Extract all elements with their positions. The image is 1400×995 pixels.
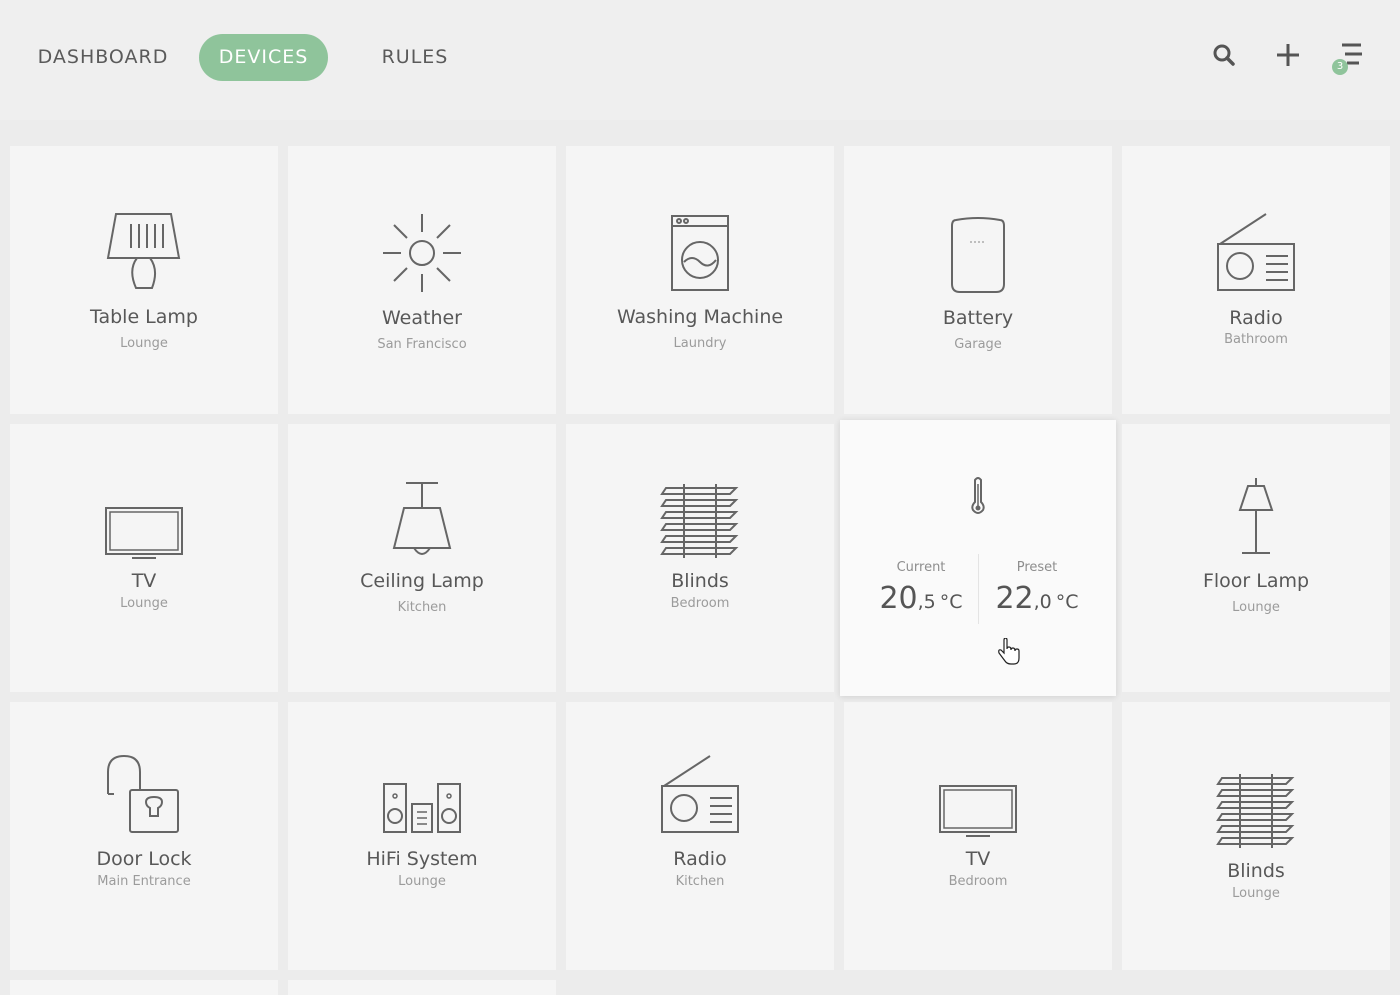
ceiling-lamp-icon (288, 480, 556, 562)
tab-rules[interactable]: RULES (366, 34, 464, 81)
device-name: TV (965, 848, 991, 870)
preset-temperature[interactable]: Preset 22,0 °C (968, 560, 1106, 616)
device-tile-tv-lounge[interactable]: TV Lounge (10, 424, 278, 692)
tv-icon (844, 784, 1112, 840)
notification-badge: 3 (1332, 59, 1348, 75)
device-tile-radio-bathroom[interactable]: Radio Bathroom (1122, 146, 1390, 414)
device-location: Lounge (398, 874, 446, 889)
preset-decimal: ,0 (1033, 591, 1052, 613)
device-location: Kitchen (675, 874, 725, 889)
device-tile-tv-bedroom[interactable]: TV Bedroom (844, 702, 1112, 970)
device-tile-weather[interactable]: Weather San Francisco (288, 146, 556, 414)
device-tile-radio-kitchen[interactable]: Radio Kitchen (566, 702, 834, 970)
tv-icon (10, 506, 278, 562)
device-tile-blinds-bedroom[interactable]: Blinds Bedroom (566, 424, 834, 692)
padlock-icon (10, 754, 278, 834)
device-location: Lounge (120, 596, 168, 611)
blinds-icon (566, 482, 834, 560)
preset-value: 22 (995, 581, 1034, 616)
device-tile-washing-machine[interactable]: Washing Machine Laundry (566, 146, 834, 414)
device-location: Lounge (1232, 886, 1280, 901)
device-name: Blinds (671, 570, 729, 592)
device-tile-partial[interactable] (288, 980, 556, 995)
floor-lamp-icon (1122, 476, 1390, 556)
sun-icon (288, 212, 556, 294)
preset-label: Preset (1016, 560, 1058, 575)
device-name: HiFi System (366, 848, 478, 870)
device-tile-floor-lamp[interactable]: Floor Lamp Lounge (1122, 424, 1390, 692)
device-name: TV (131, 570, 157, 592)
add-device-button[interactable] (1268, 36, 1308, 76)
device-location: San Francisco (377, 337, 467, 352)
preset-unit: °C (1055, 591, 1079, 613)
top-bar: DASHBOARD DEVICES RULES 3 (0, 0, 1400, 120)
device-tile-door-lock[interactable]: Door Lock Main Entrance (10, 702, 278, 970)
device-tile-battery[interactable]: Battery Garage (844, 146, 1112, 414)
device-location: Kitchen (397, 600, 447, 615)
device-tile-partial[interactable] (10, 980, 278, 995)
tab-dashboard[interactable]: DASHBOARD (22, 34, 184, 81)
plus-icon (1277, 44, 1299, 66)
device-name: Weather (382, 307, 462, 329)
table-lamp-icon (10, 210, 278, 292)
device-location: Lounge (1232, 600, 1280, 615)
blinds-icon (1122, 772, 1390, 850)
device-tile-hifi-system[interactable]: HiFi System Lounge (288, 702, 556, 970)
tab-devices[interactable]: DEVICES (199, 34, 328, 81)
thermometer-icon (840, 476, 1116, 516)
search-icon (1213, 44, 1235, 66)
device-location: Laundry (673, 336, 727, 351)
device-location: Garage (954, 337, 1002, 352)
device-tile-blinds-lounge[interactable]: Blinds Lounge (1122, 702, 1390, 970)
battery-icon (844, 216, 1112, 296)
hand-cursor-icon (996, 637, 1022, 670)
device-location: Bedroom (670, 596, 730, 611)
device-location: Lounge (120, 336, 168, 351)
radio-icon (1122, 212, 1390, 292)
current-value: 20 (879, 581, 918, 616)
search-button[interactable] (1204, 36, 1244, 76)
device-tile-table-lamp[interactable]: Table Lamp Lounge (10, 146, 278, 414)
device-name: Washing Machine (616, 306, 784, 328)
current-decimal: ,5 (917, 591, 936, 613)
device-name: Door Lock (96, 848, 192, 870)
device-location: Main Entrance (97, 874, 191, 889)
device-name: Blinds (1227, 860, 1285, 882)
device-name: Radio (673, 848, 727, 870)
device-name: Floor Lamp (1202, 570, 1310, 592)
device-name: Table Lamp (90, 306, 198, 328)
device-tile-thermostat[interactable]: Current 20,5 °C Preset 22,0 °C (840, 420, 1116, 696)
hifi-icon (288, 782, 556, 834)
device-tile-ceiling-lamp[interactable]: Ceiling Lamp Kitchen (288, 424, 556, 692)
device-location: Bedroom (948, 874, 1008, 889)
device-name: Battery (942, 307, 1014, 329)
device-name: Ceiling Lamp (360, 570, 484, 592)
current-unit: °C (939, 591, 963, 613)
device-name: Radio (1229, 307, 1283, 329)
device-location: Bathroom (1224, 332, 1288, 347)
radio-icon (566, 754, 834, 834)
washing-machine-icon (566, 214, 834, 294)
